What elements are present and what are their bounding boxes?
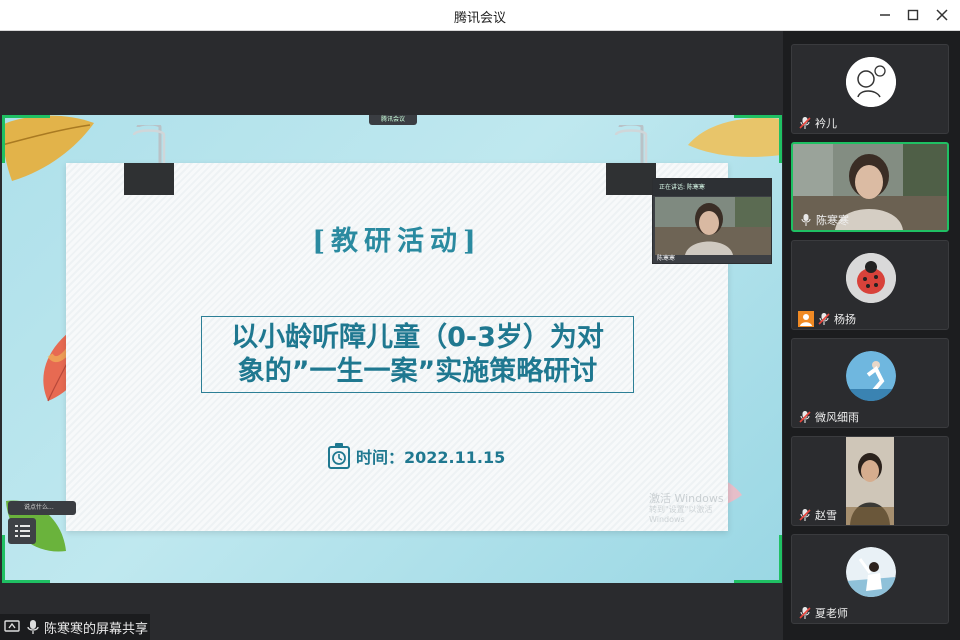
- presenter-preview-header: 正在讲话: 陈寒寒: [653, 179, 771, 196]
- screen-share-stage: 腾讯会议 [教研活动] 以小龄听障儿童（0-3岁）为对 象的”一生一案”实施策略…: [0, 31, 783, 640]
- participant-tile-active[interactable]: 陈寒寒: [791, 142, 949, 232]
- title-bar: 腾讯会议: [0, 0, 960, 31]
- presenter-preview-name: 陈寒寒: [657, 255, 676, 262]
- participant-meta: 衿儿: [798, 115, 837, 131]
- close-button[interactable]: [929, 4, 955, 26]
- chat-input-pill[interactable]: 说点什么...: [8, 501, 76, 515]
- participant-name: 陈寒寒: [816, 214, 849, 227]
- participant-name: 杨扬: [834, 313, 856, 326]
- presenter-preview[interactable]: 正在讲话: 陈寒寒 陈寒寒: [652, 178, 772, 264]
- slide-title: 以小龄听障儿童（0-3岁）为对 象的”一生一案”实施策略研讨: [201, 316, 634, 393]
- share-border-corner: [734, 535, 782, 583]
- share-border-corner: [2, 115, 50, 163]
- avatar: [846, 253, 896, 303]
- microphone-icon: [801, 214, 811, 226]
- slide-tag: [教研活动]: [312, 226, 482, 257]
- participant-panel: 衿儿 陈寒寒 杨扬 微风细雨 赵雪 夏老师: [783, 31, 960, 640]
- maximize-button[interactable]: [900, 4, 926, 26]
- list-icon: [15, 525, 30, 537]
- app-title: 腾讯会议: [453, 11, 506, 26]
- participant-tile[interactable]: 赵雪: [791, 436, 949, 526]
- microphone-muted-icon: [818, 313, 830, 325]
- minimize-icon: [880, 14, 890, 16]
- share-status-bar: 陈寒寒的屏幕共享: [0, 614, 150, 640]
- participant-video: [846, 437, 894, 525]
- presenter-video: [655, 197, 771, 255]
- microphone-muted-icon: [799, 411, 811, 423]
- participant-tile[interactable]: 夏老师: [791, 534, 949, 624]
- participant-meta: 赵雪: [798, 507, 837, 523]
- microphone-muted-icon: [799, 607, 811, 619]
- participant-name: 夏老师: [815, 607, 848, 620]
- participant-tile[interactable]: 杨扬: [791, 240, 949, 330]
- microphone-icon: [27, 620, 39, 634]
- clock-icon: [328, 443, 350, 469]
- avatar: [846, 57, 896, 107]
- participant-meta: 杨扬: [798, 311, 856, 327]
- maximize-icon: [907, 9, 919, 21]
- microphone-muted-icon: [799, 509, 811, 521]
- activation-watermark-hint: 转到"设置"以激活 Windows: [649, 505, 713, 524]
- microphone-muted-icon: [799, 117, 811, 129]
- slide-title-line-2: 象的”一生一案”实施策略研讨: [237, 356, 598, 387]
- avatar: [846, 351, 896, 401]
- binder-clip-icon: [606, 125, 656, 195]
- shared-screen: 腾讯会议 [教研活动] 以小龄听障儿童（0-3岁）为对 象的”一生一案”实施策略…: [2, 115, 782, 583]
- slide-date: 时间：2022.11.15: [356, 448, 506, 467]
- participant-tile[interactable]: 微风细雨: [791, 338, 949, 428]
- participant-meta: 夏老师: [798, 605, 848, 621]
- chat-pill-text: 说点什么...: [24, 504, 54, 511]
- share-badge: 腾讯会议: [369, 115, 417, 125]
- minimize-button[interactable]: [872, 4, 898, 26]
- participant-name: 微风细雨: [815, 411, 859, 424]
- slide-title-line-1: 以小龄听障儿童（0-3岁）为对: [231, 322, 604, 353]
- participant-name: 衿儿: [815, 117, 837, 130]
- binder-clip-icon: [124, 125, 174, 195]
- share-border-corner: [734, 115, 782, 163]
- share-screen-icon: [4, 620, 20, 632]
- participant-name: 赵雪: [815, 509, 837, 522]
- participant-meta: 陈寒寒: [799, 212, 849, 228]
- avatar: [846, 547, 896, 597]
- share-status-label: 陈寒寒的屏幕共享: [44, 621, 149, 637]
- close-icon: [936, 9, 948, 21]
- slide-paper: [教研活动] 以小龄听障儿童（0-3岁）为对 象的”一生一案”实施策略研讨 时间…: [66, 125, 728, 531]
- participant-tile[interactable]: 衿儿: [791, 44, 949, 134]
- slide-date-row: 时间：2022.11.15: [328, 442, 505, 470]
- participant-meta: 微风细雨: [798, 409, 859, 425]
- person-icon: [798, 311, 814, 327]
- member-list-button[interactable]: [8, 518, 36, 544]
